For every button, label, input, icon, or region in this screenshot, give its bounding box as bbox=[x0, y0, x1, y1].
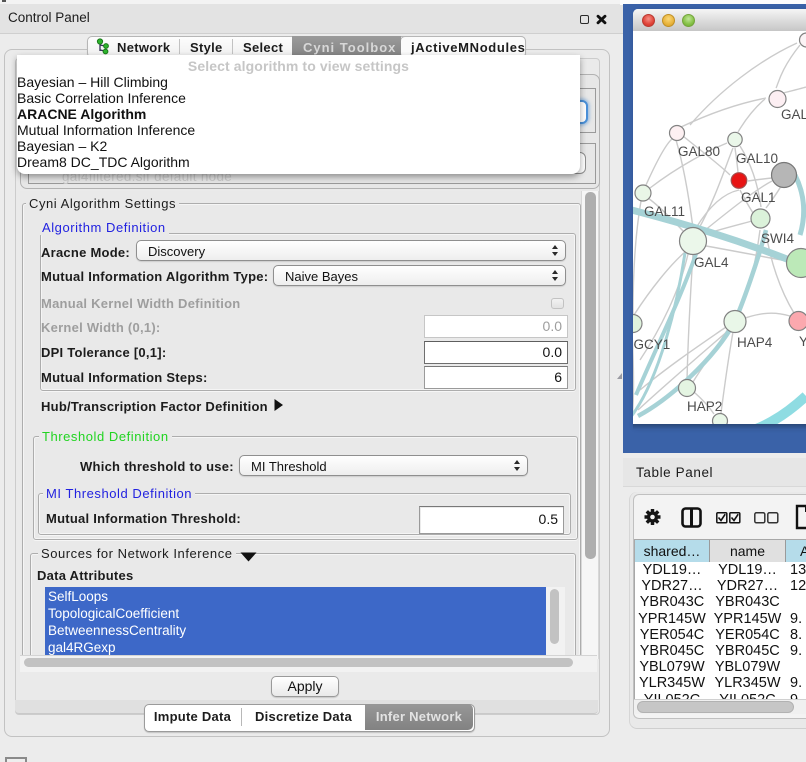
svg-text:HAP2: HAP2 bbox=[687, 399, 722, 414]
svg-text:YJ: YJ bbox=[799, 334, 806, 349]
svg-text:GAL11: GAL11 bbox=[644, 204, 685, 219]
svg-text:GAL10: GAL10 bbox=[736, 151, 778, 166]
svg-text:SWI4: SWI4 bbox=[761, 231, 794, 246]
svg-text:GAL1: GAL1 bbox=[741, 190, 776, 205]
svg-text:GCY1: GCY1 bbox=[634, 337, 671, 352]
svg-text:GAL80: GAL80 bbox=[678, 144, 720, 159]
svg-text:HAP4: HAP4 bbox=[737, 335, 773, 350]
svg-text:GAL4: GAL4 bbox=[694, 255, 729, 270]
svg-text:GAL2: GAL2 bbox=[781, 107, 806, 122]
